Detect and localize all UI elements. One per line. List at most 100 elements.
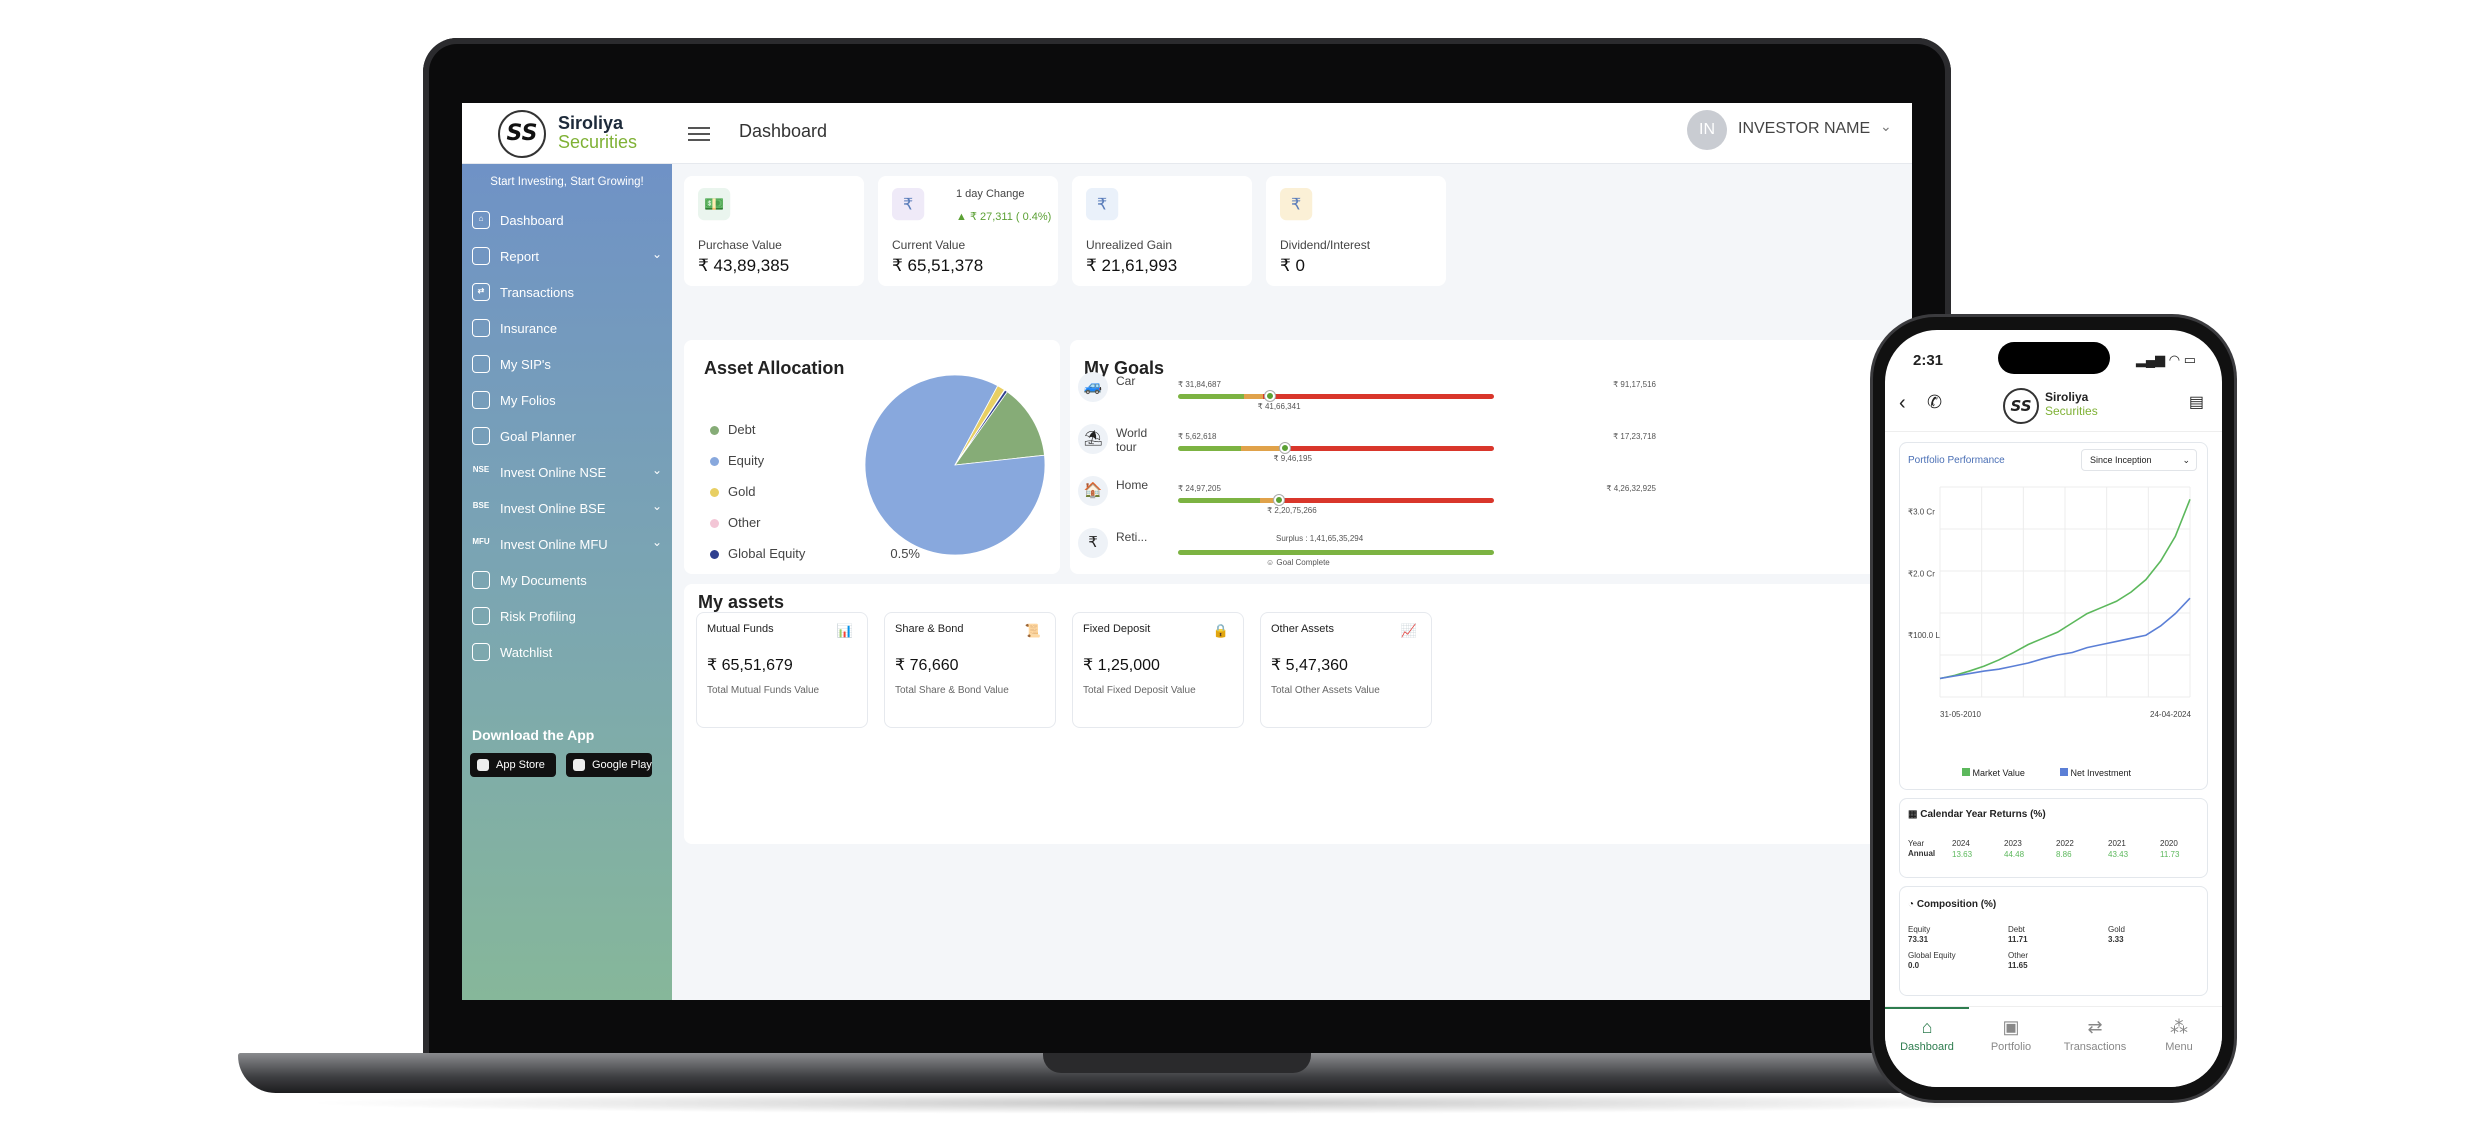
composition-name: Gold [2108,925,2125,934]
asset-card[interactable]: Mutual Funds 📊 ₹ 65,51,679 Total Mutual Fun… [696,612,868,728]
range-select[interactable]: Since Inception ⌄ [2081,449,2197,471]
portfolio-tab-icon: ▣ [2002,1017,2020,1037]
sidebar-item-dashboard[interactable]: ⌂ Dashboard [472,202,668,238]
back-icon[interactable]: ‹ [1899,392,1906,415]
goal-current-value: ₹ 2,20,75,266 [1267,506,1317,515]
sidebar-item-invest-online-bse[interactable]: BSE Invest Online BSE ⌄ [472,490,668,526]
bar-complete [1178,550,1494,555]
my-assets-section: My assets Mutual Funds 📊 ₹ 65,51,679 Total … [684,584,1912,844]
money-stack-icon: 💵 [698,188,731,221]
kpi-label: Purchase Value [698,238,782,252]
house-icon: 🏠 [1078,476,1108,506]
goal-target-value: ₹ 4,26,32,925 [1606,484,1656,493]
document-icon[interactable]: ▤ [2189,392,2204,412]
goal-start-value: ₹ 5,62,618 [1178,432,1217,441]
legend-name: Global Equity [728,546,806,561]
sidebar-item-my-folios[interactable]: My Folios [472,382,668,418]
documents-icon [472,571,490,589]
phone-call-icon[interactable]: ✆ [1927,392,1942,413]
tab-transactions[interactable]: ⇄ Transactions [2053,1017,2137,1053]
status-time: 2:31 [1913,352,1944,369]
cal-year: 2020 [2160,839,2178,848]
dynamic-island [1998,342,2110,374]
sidebar-item-my-sip-s[interactable]: My SIP's [472,346,668,382]
main-content: 💵 Purchase Value ₹ 43,89,385 ₹ Current Value… [672,164,1912,1000]
goal-current-value: ₹ 41,66,341 [1257,402,1301,411]
sidebar-item-label: Dashboard [500,212,564,228]
asset-card[interactable]: Other Assets 📈 ₹ 5,47,360 Total Other Asset… [1260,612,1432,728]
beach-umbrella-icon: ⛱ [1078,424,1108,454]
portfolio-performance-card: Portfolio Performance Since Inception ⌄ ₹… [1899,442,2208,790]
sidebar-item-invest-online-mfu[interactable]: MFU Invest Online MFU ⌄ [472,526,668,562]
sidebar-item-label: Invest Online NSE [500,464,607,480]
certificate-icon: 📜 [1024,623,1041,638]
google-play-button[interactable]: Google Play [566,753,652,777]
composition-name: Equity [1908,925,1931,934]
cal-return: 13.63 [1952,850,1973,859]
bar-green [1178,394,1245,399]
sidebar-nav: ⌂ Dashboard Report ⌄ ⇄ Transactions Insurance M… [472,202,668,670]
legend-net-investment: Net Investment [2060,768,2131,778]
performance-line-chart: ₹3.0 Cr ₹2.0 Cr ₹100.0 L 31-05-2010 24-04-20… [1908,486,2191,719]
composition-value: 0.0 [1908,961,1920,970]
safe-icon: 🔒 [1212,623,1229,638]
goal-name: Home [1116,478,1149,492]
goal-progress-bar [1178,550,1494,555]
mfu-icon: MFU [472,537,490,546]
avatar[interactable]: IN [1687,110,1727,150]
sidebar-tagline: Start Investing, Start Growing! [490,176,644,188]
x-tick-label: 31-05-2010 [1940,710,1981,719]
money-bag-icon: ₹ [1280,188,1313,221]
phone-header: ‹ ✆ SS Siroliya Securities ▤ [1885,382,2222,432]
sidebar-item-watchlist[interactable]: Watchlist [472,634,668,670]
asset-description: Total Other Assets Value [1271,685,1380,696]
asset-allocation-title: Asset Allocation [704,358,845,378]
kpi-label: Current Value [892,238,966,252]
sidebar-item-insurance[interactable]: Insurance [472,310,668,346]
logo-mark: SS [2003,388,2039,424]
sidebar-item-my-documents[interactable]: My Documents [472,562,668,598]
tab-label: Portfolio [1990,1041,2032,1053]
bar-orange [1241,446,1286,451]
app-store-button[interactable]: App Store [470,753,556,777]
goal-start-value: ₹ 24,97,205 [1178,484,1221,493]
goal-target-value: ₹ 91,17,516 [1613,380,1656,389]
kpi-card: 💵 Purchase Value ₹ 43,89,385 [684,176,864,286]
asset-value: ₹ 76,660 [895,657,959,674]
asset-card[interactable]: Share & Bond 📜 ₹ 76,660 Total Share & Bond … [884,612,1056,728]
bottom-tab-bar: ⌂ Dashboard ▣ Portfolio ⇄ Transactions ⁂ Menu [1885,1006,2222,1087]
chevron-down-icon[interactable]: ⌄ [1880,118,1892,135]
sip-icon [472,355,490,373]
chart-up-icon: 📈 [1400,623,1417,638]
tab-portfolio[interactable]: ▣ Portfolio [1969,1017,2053,1053]
goal-row: ⛱ World tour ₹ 5,62,618 ₹ 17,23,718 ₹ 9,46,1… [1070,420,1660,472]
y-tick-label: ₹3.0 Cr [1908,508,1935,517]
transactions-tab-icon: ⇄ [2087,1017,2103,1037]
asset-name: Mutual Funds [707,623,774,635]
logo-mark[interactable]: SS [498,110,546,158]
laptop-notch [1043,1053,1311,1073]
sidebar-item-transactions[interactable]: ⇄ Transactions [472,274,668,310]
composition-name: Global Equity [1908,951,1956,960]
tab-dashboard[interactable]: ⌂ Dashboard [1885,1007,1969,1053]
dashboard-tab-icon: ⌂ [1921,1017,1933,1037]
tab-label: Menu [2165,1041,2193,1053]
retirement-icon: ₹ [1078,528,1108,558]
sidebar-item-report[interactable]: Report ⌄ [472,238,668,274]
sidebar-item-goal-planner[interactable]: Goal Planner [472,418,668,454]
sidebar-item-invest-online-nse[interactable]: NSE Invest Online NSE ⌄ [472,454,668,490]
asset-card[interactable]: Fixed Deposit 🔒 ₹ 1,25,000 Total Fixed Depo… [1072,612,1244,728]
asset-description: Total Fixed Deposit Value [1083,685,1196,696]
kpi-value: ₹ 21,61,993 [1086,256,1178,275]
user-name[interactable]: INVESTOR NAME [1738,120,1870,138]
logo-name-line2: Securities [2045,404,2098,418]
document-icon [472,319,490,337]
goal-progress-marker [1280,443,1291,453]
tab-menu[interactable]: ⁂ Menu [2137,1017,2221,1053]
status-icons: ▂▄▆ ◠ ▭ [2135,352,2196,367]
cal-return: 8.86 [2056,850,2072,859]
menu-toggle-icon[interactable] [688,123,710,143]
goal-surplus: Surplus : 1,41,65,35,294 [1276,534,1364,543]
kpi-label: Dividend/Interest [1280,238,1371,252]
sidebar-item-risk-profiling[interactable]: Risk Profiling [472,598,668,634]
